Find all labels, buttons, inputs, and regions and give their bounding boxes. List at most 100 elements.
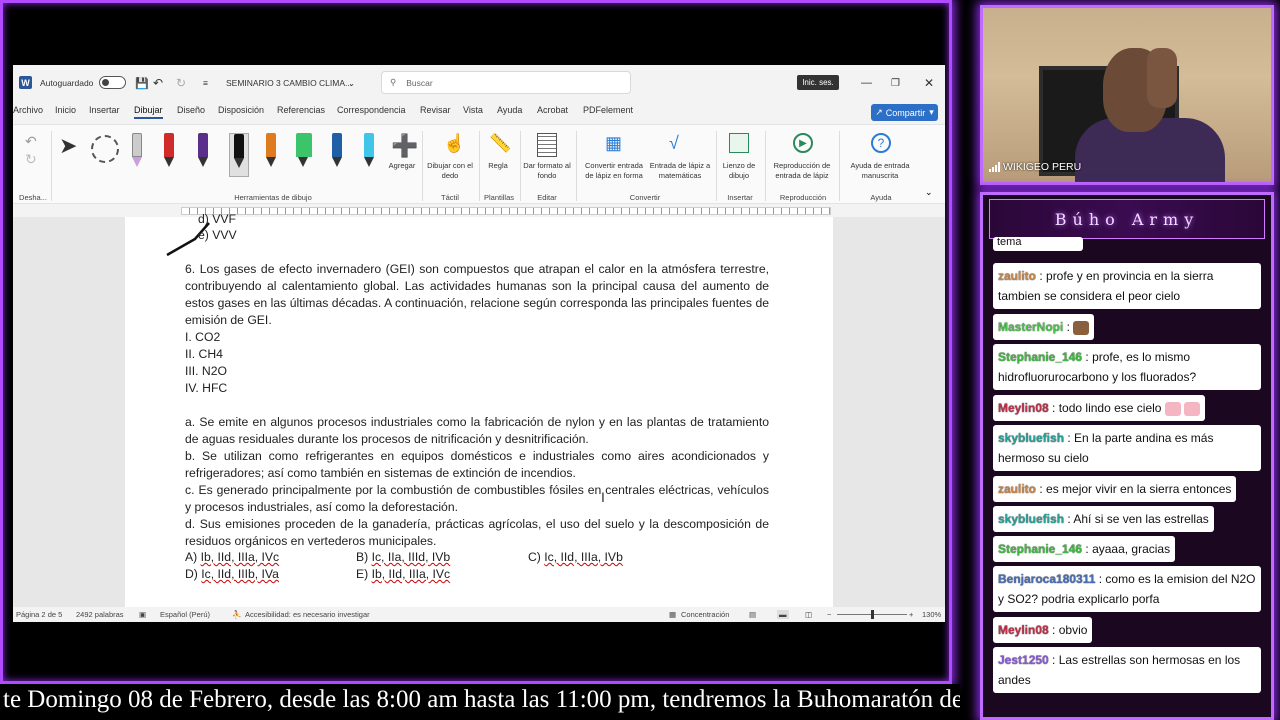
undo-icon[interactable]: ↶ (153, 65, 163, 101)
pen-black-selected-icon[interactable] (229, 133, 249, 177)
save-icon[interactable]: 💾 (135, 65, 149, 101)
ink-to-math-icon[interactable]: √ (669, 133, 679, 154)
document-page[interactable]: d) VVF e) VVV 6. Los gases de efecto inv… (125, 212, 833, 607)
status-bar: Página 2 de 5 2492 palabras ▣ Español (P… (13, 607, 945, 622)
close-icon[interactable]: ✕ (924, 65, 934, 101)
share-icon: ↗ (875, 107, 883, 117)
chat-username[interactable]: Meylin08 (998, 401, 1049, 415)
ruler-icon[interactable]: 📏 (489, 133, 511, 154)
signal-bars-icon (989, 162, 1000, 172)
minimize-icon[interactable]: — (861, 65, 872, 101)
ink-help-label: Ayuda de entrada manuscrita (850, 161, 910, 180)
print-layout-icon[interactable]: ▬ (777, 610, 789, 619)
tab-referencias[interactable]: Referencias (277, 105, 325, 115)
statement-c: c. Es generado principalmente por la com… (185, 483, 769, 514)
chat-username[interactable]: Stephanie_146 (998, 542, 1082, 556)
document-area[interactable]: d) VVF e) VVV 6. Los gases de efecto inv… (13, 212, 945, 607)
option-d: D) Ic, IId, IIIb, IVa (185, 567, 279, 581)
restore-icon[interactable]: ❐ (891, 65, 900, 101)
signin-button[interactable]: Inic. ses. (797, 75, 839, 90)
chat-username[interactable]: MasterNopi (998, 320, 1063, 334)
option-answer: Ib, IId, IIIa, IVc (200, 550, 280, 564)
chat-username[interactable]: Jest1250 (998, 653, 1049, 667)
accessibility-status[interactable]: Accesibilidad: es necesario investigar (245, 610, 370, 619)
language[interactable]: Español (Perú) (160, 610, 210, 619)
option-b: B) Ic, IIa, IIId, IVb (356, 550, 450, 564)
autosave-toggle[interactable] (99, 76, 126, 89)
focus-icon[interactable]: ▦ (669, 610, 676, 619)
word-window: W Autoguardado 💾 ↶ ↻ ≡ SEMINARIO 3 CAMBI… (13, 65, 945, 622)
redo-ink-icon[interactable]: ↻ (25, 151, 37, 168)
group-replay: Reproducción (779, 193, 827, 202)
undo-ink-icon[interactable]: ↶ (25, 133, 37, 150)
tab-acrobat[interactable]: Acrobat (537, 105, 568, 115)
ticker-text: te Domingo 08 de Febrero, desde las 8:00… (3, 686, 960, 713)
ink-replay-icon[interactable]: ▶ (793, 133, 813, 153)
tab-revisar[interactable]: Revisar (420, 105, 451, 115)
chat-username[interactable]: zaulito (998, 269, 1036, 283)
chevron-down-icon[interactable]: ⌄ (348, 65, 355, 101)
tab-inicio[interactable]: Inicio (55, 105, 76, 115)
chat-username[interactable]: skybluefish (998, 431, 1064, 445)
accessibility-icon[interactable]: ⛹ (232, 610, 241, 619)
add-pen-icon[interactable]: ➕ (391, 133, 418, 159)
chat-username[interactable]: Meylin08 (998, 623, 1049, 637)
zoom-level[interactable]: 130% (922, 610, 941, 619)
highlighter-green-icon[interactable] (295, 133, 313, 169)
eraser-icon[interactable] (131, 133, 143, 169)
chevron-down-icon[interactable]: ⌄ (925, 187, 933, 198)
separator (479, 131, 480, 201)
tab-correspondencia[interactable]: Correspondencia (337, 105, 406, 115)
horizontal-ruler[interactable] (13, 205, 945, 217)
chat-username[interactable]: zaulito (998, 482, 1036, 496)
word-count[interactable]: 2492 palabras (76, 610, 124, 619)
tab-vista[interactable]: Vista (463, 105, 483, 115)
tab-pdfelement[interactable]: PDFelement (583, 105, 633, 115)
finger-draw-icon[interactable]: ☝ (443, 133, 465, 154)
option-answer: Ic, IId, IIIa, IVb (544, 550, 623, 564)
pen-blue-icon[interactable] (331, 133, 343, 169)
document-title[interactable]: SEMINARIO 3 CAMBIO CLIMA... (226, 65, 352, 101)
zoom-in-icon[interactable]: + (909, 610, 913, 619)
highlighter-cyan-icon[interactable] (363, 133, 375, 169)
chat-username[interactable]: Benjaroca180311 (998, 572, 1095, 586)
tab-ayuda[interactable]: Ayuda (497, 105, 522, 115)
pen-red-icon[interactable] (163, 133, 175, 169)
lasso-select-icon[interactable] (91, 135, 119, 163)
option-letter: D) (185, 567, 198, 581)
share-button[interactable]: ↗ Compartir ▾ (871, 104, 938, 121)
tab-disposicion[interactable]: Disposición (218, 105, 264, 115)
tab-dibujar[interactable]: Dibujar (134, 105, 163, 119)
customize-qat-icon[interactable]: ≡ (203, 65, 208, 101)
tab-diseno[interactable]: Diseño (177, 105, 205, 115)
help-icon[interactable]: ? (871, 133, 891, 153)
chat-username[interactable]: Stephanie_146 (998, 350, 1082, 364)
option-a: A) Ib, IId, IIIa, IVc (185, 550, 279, 564)
format-background-icon[interactable] (537, 133, 557, 157)
read-mode-icon[interactable]: ▤ (749, 610, 756, 619)
proofing-icon[interactable]: ▣ (139, 610, 146, 619)
menu-bar: Archivo Inicio Insertar Dibujar Diseño D… (13, 101, 945, 123)
page-count[interactable]: Página 2 de 5 (16, 610, 62, 619)
focus-mode[interactable]: Concentración (681, 610, 729, 619)
gas-co2: I. CO2 (185, 330, 221, 344)
chat-message: zaulito : profe y en provincia en la sie… (993, 263, 1261, 309)
option-answer: Ic, IIa, IIId, IVb (371, 550, 451, 564)
redo-icon[interactable]: ↻ (176, 65, 186, 101)
ink-to-shape-icon[interactable]: ▦ (605, 133, 622, 154)
pen-orange-icon[interactable] (265, 133, 277, 169)
drawing-canvas-icon[interactable] (729, 133, 749, 153)
tab-insertar[interactable]: Insertar (89, 105, 120, 115)
chat-message: Jest1250 : Las estrellas son hermosas en… (993, 647, 1261, 693)
chat-message: zaulito : es mejor vivir en la sierra en… (993, 476, 1237, 502)
tab-archivo[interactable]: Archivo (13, 105, 43, 115)
option-c: C) Ic, IId, IIIa, IVb (528, 550, 623, 564)
zoom-slider-thumb[interactable] (871, 610, 874, 619)
select-cursor-icon[interactable]: ➤ (59, 133, 77, 159)
web-layout-icon[interactable]: ◫ (805, 610, 812, 619)
pen-purple-icon[interactable] (197, 133, 209, 169)
chat-username[interactable]: skybluefish (998, 512, 1064, 526)
chat-text: ayaaa, gracias (1092, 542, 1171, 556)
search-input[interactable]: ⚲ Buscar (381, 71, 631, 94)
zoom-out-icon[interactable]: − (827, 610, 831, 619)
